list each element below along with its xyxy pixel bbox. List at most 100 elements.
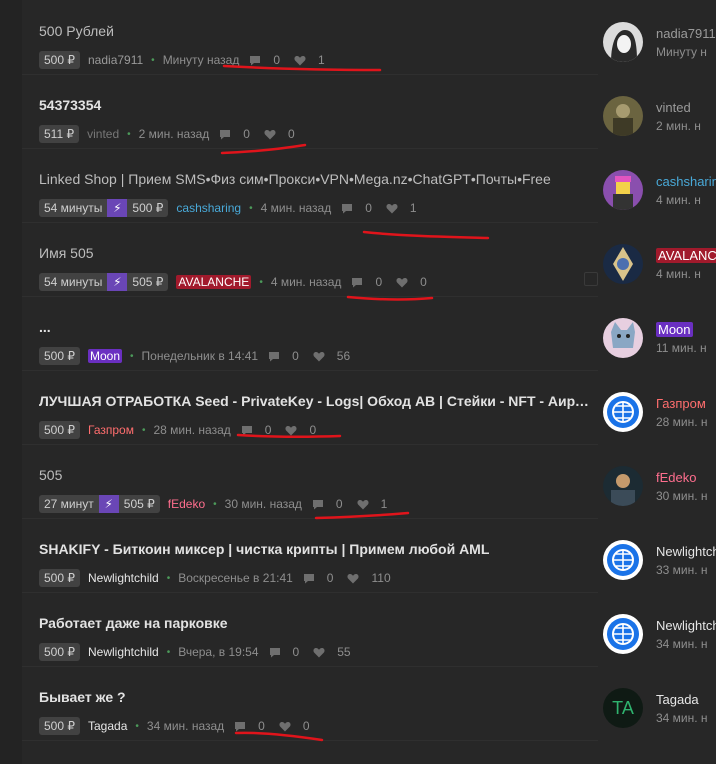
recent-author[interactable]: nadia7911: [656, 26, 716, 41]
thread-title[interactable]: Linked Shop | Прием SMS•Физ сим•Прокси•V…: [39, 170, 595, 188]
recent-author[interactable]: fEdeko: [656, 470, 696, 485]
thread-row[interactable]: Работает даже на парковке 500 ₽ Newlightch…: [22, 592, 598, 667]
recent-author[interactable]: Moon: [656, 322, 693, 337]
recent-author-name[interactable]: Газпром: [656, 396, 706, 411]
recent-author-name[interactable]: vinted: [656, 100, 691, 115]
recent-post-item[interactable]: fEdeko 30 мин. н: [598, 444, 716, 518]
author-link[interactable]: Newlightchild: [88, 571, 159, 585]
recent-post-item[interactable]: nadia7911 Минуту н: [598, 0, 716, 74]
thread-row[interactable]: SHAKIFY - Биткоин миксер | чистка крипты…: [22, 518, 598, 593]
price-badge: 500 ₽: [39, 421, 80, 439]
recent-post-item[interactable]: Newlightch 34 мин. н: [598, 592, 716, 666]
author-name[interactable]: fEdeko: [168, 497, 205, 511]
duration-badge: 27 минут: [39, 495, 99, 513]
recent-author-name[interactable]: AVALANCH: [656, 248, 716, 263]
thread-row[interactable]: Бывает же ? 500 ₽ Tagada • 34 мин. назад 0 0: [22, 666, 598, 741]
recent-author-name[interactable]: cashsharin: [656, 174, 716, 189]
author-link[interactable]: cashsharing: [176, 201, 241, 215]
recent-author[interactable]: Газпром: [656, 396, 706, 411]
recent-author[interactable]: Newlightch: [656, 618, 716, 633]
avatar[interactable]: [603, 96, 643, 136]
author-link[interactable]: Newlightchild: [88, 645, 159, 659]
checkbox[interactable]: [584, 272, 598, 286]
online-dot: •: [135, 720, 139, 732]
thread-row[interactable]: Linked Shop | Прием SMS•Физ сим•Прокси•V…: [22, 148, 598, 223]
comment-count: 0: [268, 349, 299, 363]
thread-title[interactable]: SHAKIFY - Биткоин миксер | чистка крипты…: [39, 540, 595, 558]
recent-author-name[interactable]: Newlightch: [656, 618, 716, 633]
thread-row[interactable]: ЛУЧШАЯ ОТРАБОТКА Seed - PrivateKey - Log…: [22, 370, 598, 445]
author-name[interactable]: vinted: [87, 127, 119, 141]
comment-count-value: 0: [292, 349, 299, 363]
heart-icon: [285, 425, 303, 436]
recent-post-item[interactable]: cashsharin 4 мин. н: [598, 148, 716, 222]
comment-count: 0: [241, 423, 271, 437]
thread-title[interactable]: Работает даже на парковке: [39, 614, 595, 632]
recent-post-item[interactable]: vinted 2 мин. н: [598, 74, 716, 148]
author-name[interactable]: Tagada: [88, 719, 127, 733]
thread-row[interactable]: Имя 505 54 минуты ⚡ 505 ₽ AVALANCHE • 4 мин. н…: [22, 222, 598, 297]
thread-title[interactable]: Имя 505: [39, 244, 595, 262]
avatar[interactable]: [603, 22, 643, 62]
avatar[interactable]: [603, 392, 643, 432]
recent-author-name[interactable]: Tagada: [656, 692, 699, 707]
avatar[interactable]: [603, 170, 643, 210]
thread-meta: 27 минут ⚡ 505 ₽ fEdeko • 30 мин. назад 0 1: [39, 495, 387, 513]
recent-author-name[interactable]: Newlightch: [656, 544, 716, 559]
author-name[interactable]: Newlightchild: [88, 645, 159, 659]
author-name[interactable]: Moon: [88, 349, 123, 363]
like-count-value: 55: [337, 645, 351, 659]
thread-title[interactable]: ЛУЧШАЯ ОТРАБОТКА Seed - PrivateKey - Log…: [39, 392, 595, 410]
author-link[interactable]: AVALANCHE: [176, 275, 252, 289]
avatar[interactable]: TA: [603, 688, 643, 728]
author-link[interactable]: vinted: [87, 127, 119, 141]
thread-row[interactable]: 505 27 минут ⚡ 505 ₽ fEdeko • 30 мин. назад 0 1: [22, 444, 598, 519]
thread-meta: 54 минуты ⚡ 500 ₽ cashsharing • 4 мин. назад 0…: [39, 199, 417, 217]
author-link[interactable]: nadia7911: [88, 53, 143, 67]
recent-post-item[interactable]: Moon 11 мин. н: [598, 296, 716, 370]
thread-title[interactable]: ...: [39, 318, 595, 336]
price-badge: 500 ₽: [39, 51, 80, 69]
comment-icon: [269, 647, 287, 658]
recent-author-name[interactable]: nadia7911: [656, 26, 716, 41]
recent-time: 33 мин. н: [656, 563, 708, 577]
author-name[interactable]: AVALANCHE: [176, 275, 252, 289]
author-name[interactable]: Газпром: [88, 423, 134, 437]
comment-count-value: 0: [273, 53, 281, 67]
comment-icon: [219, 129, 237, 140]
price-badge: 500 ₽: [39, 347, 80, 365]
author-name[interactable]: cashsharing: [176, 201, 241, 215]
recent-author-name[interactable]: fEdeko: [656, 470, 696, 485]
avatar[interactable]: [603, 244, 643, 284]
recent-post-item[interactable]: Газпром 28 мин. н: [598, 370, 716, 444]
recent-author-name[interactable]: Moon: [656, 322, 693, 337]
avatar[interactable]: [603, 318, 643, 358]
author-link[interactable]: fEdeko: [168, 497, 205, 511]
thread-title[interactable]: 54373354: [39, 96, 595, 114]
recent-author[interactable]: cashsharin: [656, 174, 716, 189]
thread-title[interactable]: 500 Рублей: [39, 22, 595, 40]
recent-author[interactable]: AVALANCH: [656, 248, 716, 263]
author-name[interactable]: nadia7911: [88, 53, 143, 67]
thread-row[interactable]: 500 Рублей 500 ₽ nadia7911 • Минуту назад 0 1: [22, 0, 598, 75]
author-name[interactable]: Newlightchild: [88, 571, 159, 585]
thread-row[interactable]: ... 500 ₽ Moon • Понедельник в 14:41 0 56: [22, 296, 598, 371]
avatar[interactable]: [603, 540, 643, 580]
author-link[interactable]: Tagada: [88, 719, 127, 733]
recent-author[interactable]: vinted: [656, 100, 691, 115]
heart-icon: [313, 351, 331, 362]
recent-author[interactable]: Newlightch: [656, 544, 716, 559]
recent-post-item[interactable]: TA Tagada 34 мин. н: [598, 666, 716, 740]
avatar[interactable]: [603, 614, 643, 654]
left-gutter: [0, 0, 22, 764]
thread-title[interactable]: Бывает же ?: [39, 688, 595, 706]
recent-post-item[interactable]: AVALANCH 4 мин. н: [598, 222, 716, 296]
thread-title[interactable]: 505: [39, 466, 595, 484]
recent-post-item[interactable]: Newlightch 33 мин. н: [598, 518, 716, 592]
recent-author[interactable]: Tagada: [656, 692, 699, 707]
thread-row[interactable]: 54373354 511 ₽ vinted • 2 мин. назад 0 0: [22, 74, 598, 149]
post-time: Минуту назад: [162, 53, 240, 67]
author-link[interactable]: Moon: [88, 349, 123, 363]
avatar[interactable]: [603, 466, 643, 506]
author-link[interactable]: Газпром: [88, 423, 134, 437]
